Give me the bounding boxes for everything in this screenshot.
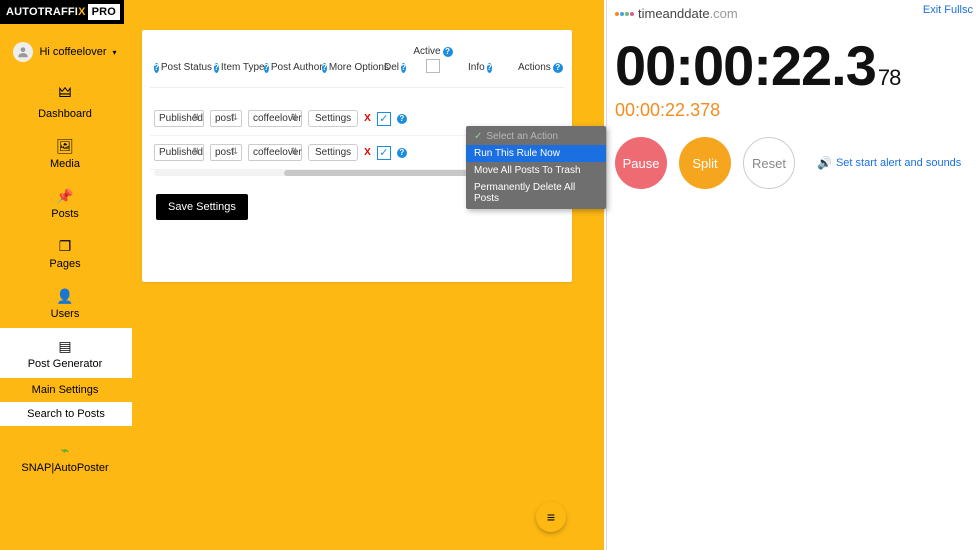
help-icon[interactable]: ? bbox=[553, 63, 563, 73]
note-icon: ▤ bbox=[10, 338, 120, 355]
th-post-author: Post Author bbox=[271, 62, 323, 73]
snap-icon: ⌁ bbox=[10, 442, 120, 459]
settings-button[interactable]: Settings bbox=[308, 110, 358, 127]
nav-label: Post Generator bbox=[28, 358, 103, 370]
media-icon: 🖼 bbox=[10, 138, 120, 155]
pin-icon: 📌 bbox=[10, 188, 120, 205]
th-active-col: Active? bbox=[408, 46, 458, 73]
save-settings-button[interactable]: Save Settings bbox=[156, 194, 248, 220]
dropdown-run-rule[interactable]: Run This Rule Now bbox=[466, 145, 606, 162]
dropdown-delete-all[interactable]: Permanently Delete All Posts bbox=[466, 179, 606, 207]
type-select[interactable]: post bbox=[210, 110, 242, 127]
th-more-options: More Options bbox=[329, 62, 389, 73]
active-checkbox[interactable]: ✓ bbox=[377, 112, 391, 126]
speaker-icon: 🔊 bbox=[817, 156, 832, 170]
help-icon[interactable]: ? bbox=[214, 63, 219, 73]
opt-label: Select an Action bbox=[486, 131, 558, 142]
dropdown-placeholder: ✓ Select an Action bbox=[466, 128, 606, 145]
stopwatch-pane: timeanddate.com Exit Fullsc 00:00:22.3 7… bbox=[606, 0, 979, 550]
admin-panel: AUTOTRAFFIX PRO Hi coffeelover ▾ 🜲 Dashb… bbox=[0, 0, 604, 550]
set-alert-link[interactable]: 🔊 Set start alert and sounds bbox=[817, 156, 961, 170]
author-select[interactable]: coffeelover bbox=[248, 110, 302, 127]
fab-menu-button[interactable]: ≡ bbox=[536, 502, 566, 532]
stopwatch-fraction: 78 bbox=[878, 65, 900, 91]
alert-text: Set start alert and sounds bbox=[836, 157, 961, 169]
info-icon[interactable]: ? bbox=[397, 114, 407, 124]
logo-tld: .com bbox=[710, 6, 738, 21]
help-icon[interactable]: ? bbox=[487, 63, 492, 73]
help-icon[interactable]: ? bbox=[154, 63, 159, 73]
help-icon[interactable]: ? bbox=[401, 63, 406, 73]
info-icon[interactable]: ? bbox=[397, 148, 407, 158]
nav-dashboard[interactable]: 🜲 Dashboard bbox=[10, 66, 120, 128]
logo-text: AUTOTRAFFI bbox=[6, 6, 78, 18]
nav-pages[interactable]: ❐ Pages bbox=[10, 228, 120, 278]
actions-dropdown[interactable]: ✓ Select an Action Run This Rule Now Mov… bbox=[466, 126, 606, 209]
stopwatch-sub: 00:00:22.378 bbox=[615, 100, 971, 121]
stopwatch-display: 00:00:22.3 78 bbox=[615, 33, 971, 98]
check-icon: ✓ bbox=[474, 131, 482, 142]
logo-dots-icon bbox=[615, 12, 634, 16]
th-info: Info bbox=[468, 62, 485, 73]
delete-button[interactable]: X bbox=[364, 147, 371, 158]
nav-users[interactable]: 👤 Users bbox=[10, 278, 120, 328]
th-active: Active bbox=[413, 46, 440, 57]
th-item-type: Item Type bbox=[221, 62, 265, 73]
nav-label: Pages bbox=[49, 258, 80, 270]
nav-label: SNAP|AutoPoster bbox=[21, 462, 108, 474]
nav-label: Media bbox=[50, 158, 80, 170]
avatar-icon bbox=[13, 42, 33, 62]
help-icon[interactable]: ? bbox=[322, 63, 327, 73]
nav-posts[interactable]: 📌 Posts bbox=[10, 178, 120, 228]
stopwatch-main: 00:00:22.3 bbox=[615, 33, 876, 98]
settings-button[interactable]: Settings bbox=[308, 144, 358, 161]
hamburger-icon: ≡ bbox=[547, 509, 555, 525]
table-header: ?Post Status ?Item Type ?Post Author ?Mo… bbox=[150, 48, 564, 88]
active-checkbox[interactable]: ✓ bbox=[377, 146, 391, 160]
author-select[interactable]: coffeelover bbox=[248, 144, 302, 161]
subnav-main-settings[interactable]: Main Settings bbox=[10, 378, 120, 402]
gauge-icon: 🜲 bbox=[10, 76, 120, 105]
nav-snap-autoposter[interactable]: ⌁ SNAP|AutoPoster bbox=[10, 432, 120, 482]
reset-button[interactable]: Reset bbox=[743, 137, 795, 189]
nav-label: Users bbox=[51, 308, 80, 320]
chevron-down-icon: ▾ bbox=[113, 48, 117, 57]
nav-post-generator[interactable]: ▤ Post Generator bbox=[0, 328, 132, 378]
status-select[interactable]: Published bbox=[154, 110, 204, 127]
sidebar: Hi coffeelover ▾ 🜲 Dashboard 🖼 Media 📌 P… bbox=[10, 30, 120, 482]
dropdown-move-trash[interactable]: Move All Posts To Trash bbox=[466, 162, 606, 179]
th-actions: Actions bbox=[518, 62, 551, 73]
split-button[interactable]: Split bbox=[679, 137, 731, 189]
pages-icon: ❐ bbox=[10, 238, 120, 255]
type-select[interactable]: post bbox=[210, 144, 242, 161]
pause-button[interactable]: Pause bbox=[615, 137, 667, 189]
status-select[interactable]: Published bbox=[154, 144, 204, 161]
th-del: Del bbox=[384, 62, 399, 73]
nav-label: Dashboard bbox=[38, 108, 92, 120]
greeting-text: Hi coffeelover bbox=[39, 46, 106, 58]
user-icon: 👤 bbox=[10, 288, 120, 305]
nav-label: Posts bbox=[51, 208, 79, 220]
subnav-search-to-posts[interactable]: Search to Posts bbox=[0, 402, 132, 426]
active-master-checkbox[interactable] bbox=[426, 59, 440, 73]
exit-fullscreen-link[interactable]: Exit Fullsc bbox=[923, 4, 973, 16]
delete-button[interactable]: X bbox=[364, 113, 371, 124]
user-greeting[interactable]: Hi coffeelover ▾ bbox=[10, 38, 120, 66]
stopwatch-controls: Pause Split Reset 🔊 Set start alert and … bbox=[615, 137, 971, 189]
help-icon[interactable]: ? bbox=[264, 63, 269, 73]
help-icon[interactable]: ? bbox=[443, 47, 453, 57]
timeanddate-logo[interactable]: timeanddate.com bbox=[615, 6, 971, 21]
logo-x: X bbox=[78, 6, 86, 18]
logo-text: timeanddate bbox=[638, 6, 710, 21]
nav-media[interactable]: 🖼 Media bbox=[10, 128, 120, 178]
brand-logo: AUTOTRAFFIX PRO bbox=[0, 0, 124, 24]
logo-pro-badge: PRO bbox=[88, 4, 120, 20]
th-post-status: Post Status bbox=[161, 62, 212, 73]
